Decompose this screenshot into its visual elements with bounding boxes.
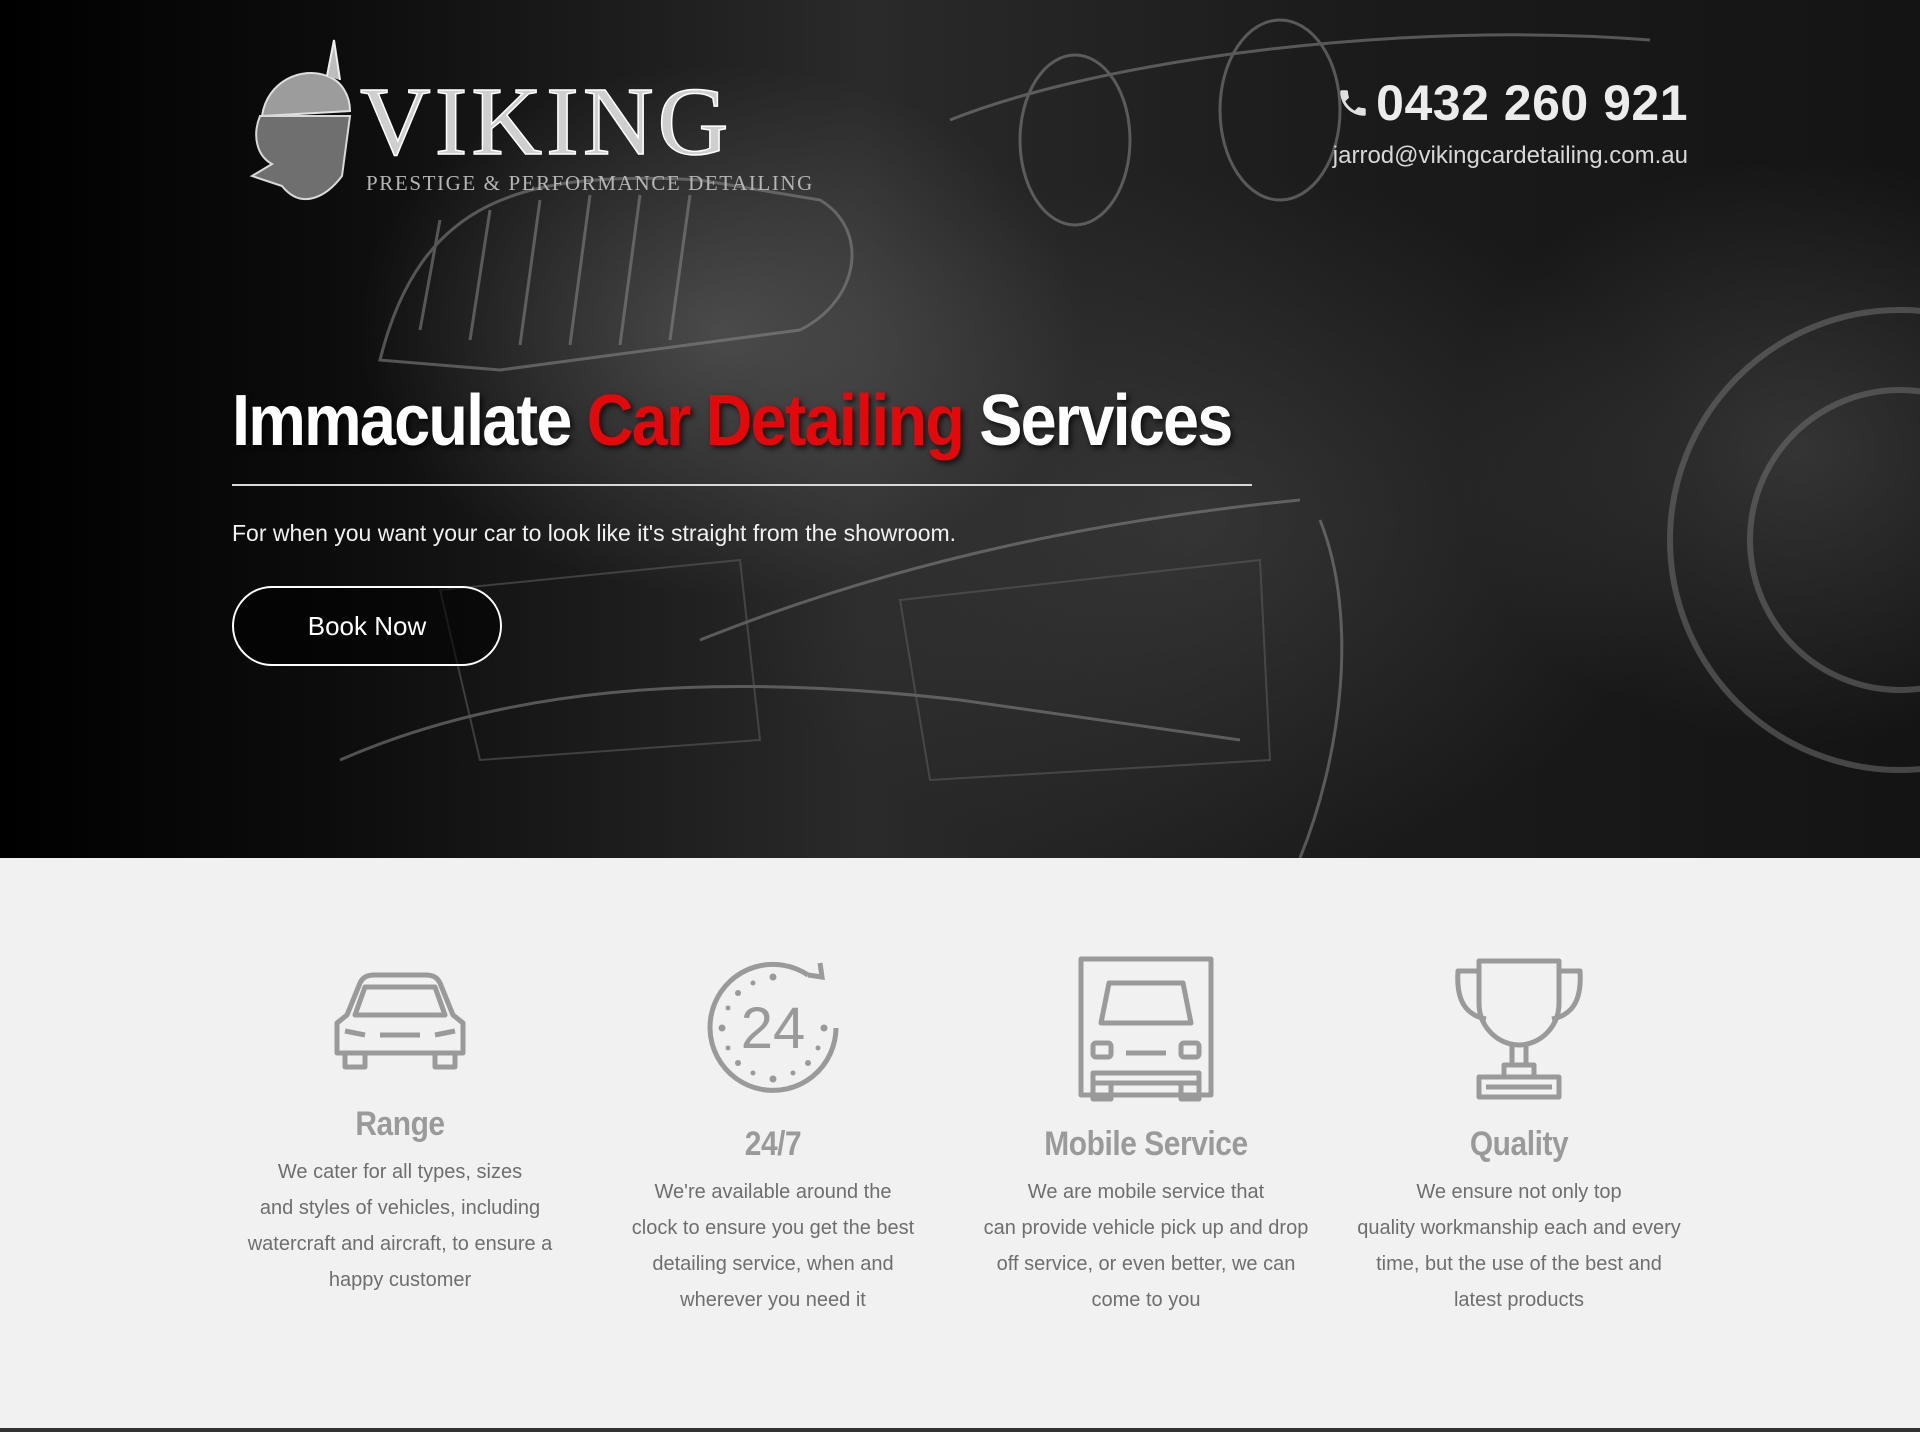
footer-divider <box>0 1428 1920 1432</box>
contact-block: 0432 260 921 jarrod@vikingcardetailing.c… <box>1333 74 1688 170</box>
feature-text: We're available around the clock to ensu… <box>631 1181 915 1311</box>
email-link[interactable]: jarrod@vikingcardetailing.com.au <box>1333 142 1688 170</box>
feature-mobile-service: Mobile Service We are mobile service tha… <box>966 953 1326 1318</box>
headline-divider <box>232 484 1252 486</box>
feature-title: Quality <box>1469 1125 1569 1163</box>
feature-text: We cater for all types, sizes and styles… <box>247 1161 553 1291</box>
hero-section: VIKING PRESTIGE & PERFORMANCE DETAILING … <box>0 0 1920 858</box>
feature-quality: Quality We ensure not only top quality w… <box>1339 953 1699 1318</box>
headline-part1: Immaculate <box>232 381 587 461</box>
headline-part2: Services <box>963 381 1233 461</box>
viking-head-icon <box>249 39 352 201</box>
headline-accent: Car Detailing <box>586 381 965 461</box>
svg-text:24: 24 <box>741 996 806 1061</box>
features-section: Range We cater for all types, sizes and … <box>0 858 1920 1428</box>
phone-icon <box>1340 90 1366 116</box>
feature-24-7: 24 24/7 We're available around the clock… <box>593 953 953 1318</box>
hero-tagline: For when you want your car to look like … <box>232 520 957 546</box>
feature-title: Mobile Service <box>1044 1125 1248 1163</box>
car-icon <box>334 972 466 1070</box>
feature-range: Range We cater for all types, sizes and … <box>220 953 580 1298</box>
feature-title: 24/7 <box>744 1125 802 1163</box>
trophy-icon <box>1455 958 1583 1100</box>
feature-text: We ensure not only top quality workmansh… <box>1357 1181 1681 1311</box>
viking-logo[interactable]: VIKING PRESTIGE & PERFORMANCE DETAILING <box>232 36 872 216</box>
logo-subtitle: PRESTIGE & PERFORMANCE DETAILING <box>366 171 814 195</box>
clock-24-icon: 24 <box>707 961 839 1093</box>
phone-link[interactable]: 0432 260 921 <box>1333 74 1688 132</box>
book-now-button[interactable]: Book Now <box>232 586 502 666</box>
feature-title: Range <box>355 1105 445 1143</box>
logo-title: VIKING <box>360 68 732 176</box>
phone-number: 0432 260 921 <box>1376 75 1688 131</box>
hero-headline: Immaculate Car Detailing Services <box>232 380 1233 462</box>
feature-text: We are mobile service that can provide v… <box>983 1181 1309 1311</box>
truck-icon <box>1078 956 1214 1102</box>
